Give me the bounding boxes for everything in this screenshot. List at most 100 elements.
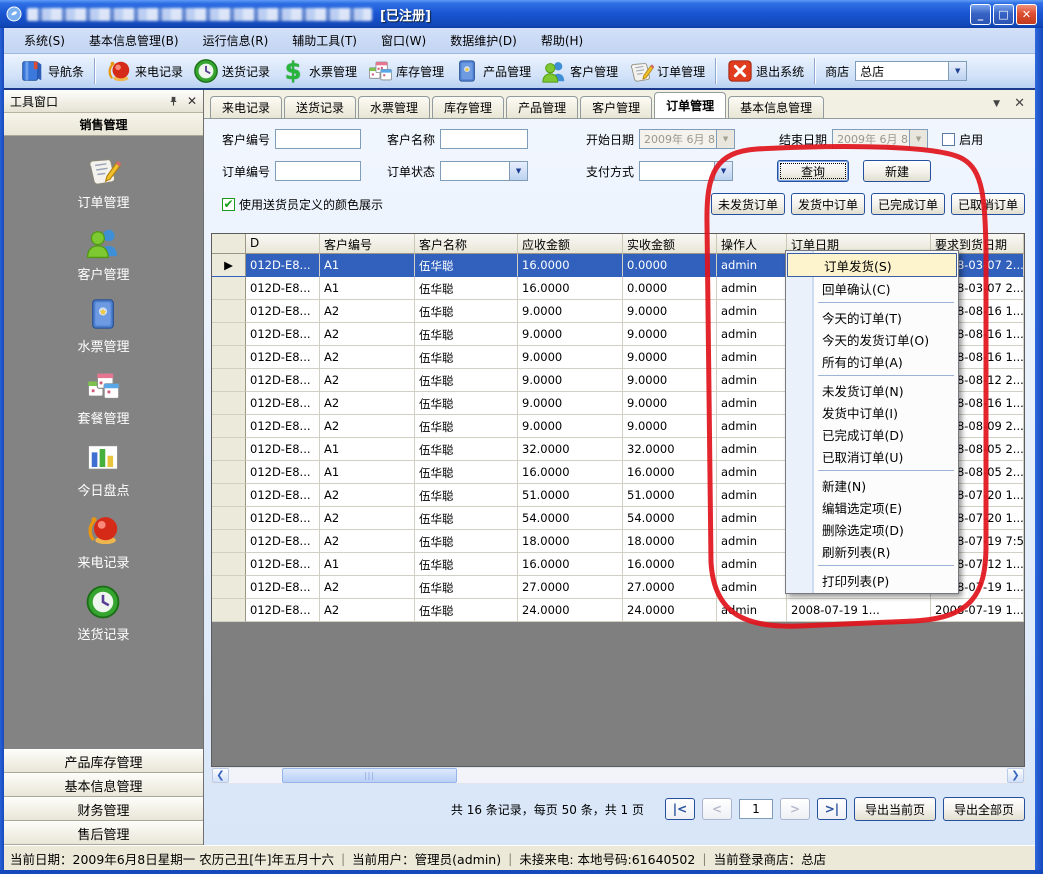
tab-产品管理[interactable]: 产品管理 — [506, 96, 578, 118]
sidebar-section-基本信息管理[interactable]: 基本信息管理 — [4, 773, 203, 797]
context-menu-item-刷新列表(R)[interactable]: 刷新列表(R) — [786, 540, 958, 562]
status-filter-button-已取消订单[interactable]: 已取消订单 — [951, 193, 1025, 215]
scroll-left-arrow-icon[interactable]: ❮ — [212, 768, 229, 783]
sidebar-item-水票管理[interactable]: 水票管理 — [77, 296, 129, 355]
status-filter-button-已完成订单[interactable]: 已完成订单 — [871, 193, 945, 215]
menubar-item[interactable]: 帮助(H) — [529, 29, 595, 52]
sidebar-item-订单管理[interactable]: 订单管理 — [77, 152, 129, 211]
context-menu-item-已取消订单(U)[interactable]: 已取消订单(U) — [786, 445, 958, 467]
grid-cell: 伍华聪 — [415, 300, 518, 323]
shop-selector-group: 商店总店▼ — [825, 61, 967, 81]
pin-icon[interactable] — [168, 96, 179, 107]
grid-cell: admin — [717, 323, 787, 346]
sidebar-item-客户管理[interactable]: 客户管理 — [77, 224, 129, 283]
tab-来电记录[interactable]: 来电记录 — [210, 96, 282, 118]
toolbar-button-dollar[interactable]: $水票管理 — [275, 56, 362, 86]
statusbar-segment: 当前用户：管理员(admin) — [352, 849, 501, 868]
menubar-item[interactable]: 数据维护(D) — [438, 29, 529, 52]
tab-客户管理[interactable]: 客户管理 — [580, 96, 652, 118]
close-button[interactable]: ✕ — [1016, 4, 1037, 25]
toolbar-button-order-scroll[interactable]: 订单管理 — [623, 56, 710, 86]
end-date-picker[interactable]: 2009年 6月 8日 ▼ — [832, 129, 928, 149]
context-menu-item-发货中订单(I)[interactable]: 发货中订单(I) — [786, 401, 958, 423]
grid-cell: 伍华聪 — [415, 599, 518, 622]
sidebar-item-今日盘点[interactable]: 今日盘点 — [77, 440, 129, 499]
sidebar-section-财务管理[interactable]: 财务管理 — [4, 797, 203, 821]
order-status-select[interactable]: ▼ — [440, 161, 528, 181]
tab-close-icon[interactable]: ✕ — [1014, 96, 1025, 111]
context-menu-item-新建(N)[interactable]: 新建(N) — [786, 474, 958, 496]
toolbar-button-product-book[interactable]: 产品管理 — [449, 56, 536, 86]
context-menu-item-订单发货(S)[interactable]: 订单发货(S) — [787, 253, 957, 277]
customer-name-input[interactable] — [440, 129, 528, 149]
menubar-item[interactable]: 辅助工具(T) — [280, 29, 369, 52]
tab-订单管理[interactable]: 订单管理 — [654, 92, 726, 118]
status-filter-button-发货中订单[interactable]: 发货中订单 — [791, 193, 865, 215]
toolbar-button-call-bell[interactable]: 来电记录 — [101, 56, 188, 86]
next-page-button[interactable]: > — [780, 798, 810, 820]
horizontal-scrollbar-thumb[interactable]: ||| — [282, 768, 457, 783]
sidebar-section-sales[interactable]: 销售管理 — [4, 113, 203, 136]
sidebar-section-售后管理[interactable]: 售后管理 — [4, 821, 203, 845]
context-menu-item-打印列表(P)[interactable]: 打印列表(P) — [786, 569, 958, 591]
order-status-dropdown-icon[interactable]: ▼ — [509, 162, 527, 180]
menubar-item[interactable]: 基本信息管理(B) — [77, 29, 191, 52]
status-filter-button-未发货订单[interactable]: 未发货订单 — [711, 193, 785, 215]
toolbar-button-exit-x[interactable]: 退出系统 — [722, 56, 809, 86]
menubar-item[interactable]: 系统(S) — [12, 29, 77, 52]
end-date-dropdown-icon[interactable]: ▼ — [909, 130, 927, 148]
maximize-button[interactable]: □ — [993, 4, 1014, 25]
toolbar-button-label: 来电记录 — [135, 63, 183, 80]
tab-库存管理[interactable]: 库存管理 — [432, 96, 504, 118]
page-number-input[interactable] — [739, 799, 773, 819]
context-menu-item-今天的发货订单(O)[interactable]: 今天的发货订单(O) — [786, 328, 958, 350]
toolbar-button-customers[interactable]: 客户管理 — [536, 56, 623, 86]
new-button[interactable]: 新建 — [863, 160, 931, 182]
pay-method-select[interactable]: ▼ — [639, 161, 733, 181]
scroll-right-arrow-icon[interactable]: ❯ — [1007, 768, 1024, 783]
sidebar-item-来电记录[interactable]: 来电记录 — [77, 512, 129, 571]
tab-基本信息管理[interactable]: 基本信息管理 — [728, 96, 824, 118]
export-current-page-button[interactable]: 导出当前页 — [854, 797, 936, 821]
table-row[interactable]: 012D-E8...A2伍华聪24.000024.0000admin2008-0… — [212, 599, 1024, 622]
context-menu-item-已完成订单(D)[interactable]: 已完成订单(D) — [786, 423, 958, 445]
export-all-pages-button[interactable]: 导出全部页 — [943, 797, 1025, 821]
window-title-redacted — [27, 8, 372, 21]
last-page-button[interactable]: >| — [817, 798, 847, 820]
context-menu-item-回单确认(C)[interactable]: 回单确认(C) — [786, 277, 958, 299]
context-menu-item-所有的订单(A)[interactable]: 所有的订单(A) — [786, 350, 958, 372]
grid-cell: 伍华聪 — [415, 553, 518, 576]
sidebar-item-套餐管理[interactable]: 套餐管理 — [77, 368, 129, 427]
order-no-input[interactable] — [275, 161, 361, 181]
tab-水票管理[interactable]: 水票管理 — [358, 96, 430, 118]
customer-no-input[interactable] — [275, 129, 361, 149]
query-button[interactable]: 查询 — [777, 160, 849, 182]
context-menu-item-未发货订单(N)[interactable]: 未发货订单(N) — [786, 379, 958, 401]
context-menu-item-今天的订单(T)[interactable]: 今天的订单(T) — [786, 306, 958, 328]
statusbar-divider: | — [508, 851, 512, 866]
context-menu-item-删除选定项(D)[interactable]: 删除选定项(D) — [786, 518, 958, 540]
toolbar-button-inventory-grid[interactable]: 库存管理 — [362, 56, 449, 86]
prev-page-button[interactable]: < — [702, 798, 732, 820]
sidebar-items-panel: 订单管理客户管理水票管理套餐管理今日盘点来电记录送货记录 — [4, 136, 203, 749]
tab-送货记录[interactable]: 送货记录 — [284, 96, 356, 118]
color-checkbox[interactable]: ✔ — [222, 198, 235, 211]
sidebar-section-产品库存管理[interactable]: 产品库存管理 — [4, 749, 203, 773]
start-date-picker[interactable]: 2009年 6月 8日 ▼ — [639, 129, 735, 149]
pay-method-dropdown-icon[interactable]: ▼ — [714, 162, 732, 180]
shop-select[interactable]: 总店▼ — [855, 61, 967, 81]
horizontal-scrollbar[interactable]: ❮ ||| ❯ — [211, 767, 1025, 784]
minimize-button[interactable]: _ — [970, 4, 991, 25]
toolbar-button-nav-book[interactable]: 导航条 — [14, 56, 89, 86]
start-date-dropdown-icon[interactable]: ▼ — [716, 130, 734, 148]
menubar-item[interactable]: 窗口(W) — [369, 29, 438, 52]
menubar-item[interactable]: 运行信息(R) — [191, 29, 281, 52]
enable-checkbox[interactable] — [942, 133, 955, 146]
tool-window-close-icon[interactable]: ✕ — [187, 95, 197, 107]
sidebar-item-送货记录[interactable]: 送货记录 — [77, 584, 129, 643]
tab-list-dropdown-icon[interactable]: ▼ — [993, 99, 1000, 109]
shop-dropdown-icon[interactable]: ▼ — [948, 62, 966, 80]
toolbar-button-delivery-clock[interactable]: 送货记录 — [188, 56, 275, 86]
first-page-button[interactable]: |< — [665, 798, 695, 820]
context-menu-item-编辑选定项(E)[interactable]: 编辑选定项(E) — [786, 496, 958, 518]
